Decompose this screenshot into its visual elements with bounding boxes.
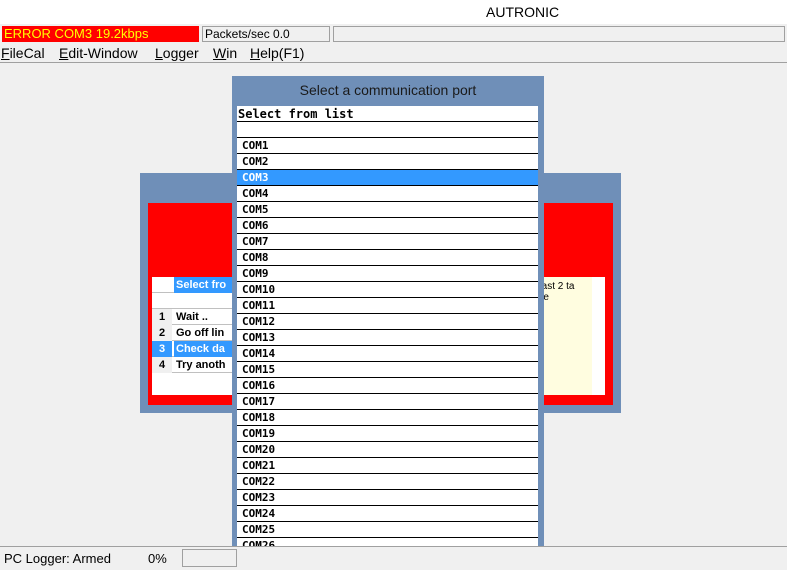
option-row[interactable]: 3 Check da [152,341,242,357]
title-bar: AUTRONIC [0,0,787,24]
status-field [333,26,785,42]
menu-bar: FileCal Edit-Window Logger Win Help(F1) [0,44,787,62]
logger-status: PC Logger: Armed [4,551,111,566]
port-item-com4[interactable]: COM4 [237,186,538,202]
port-item-com1[interactable]: COM1 [237,138,538,154]
status-row: ERROR COM3 19.2kbps Packets/sec 0.0 [0,24,787,44]
options-blank-row[interactable] [152,293,242,309]
options-list: Select fro 1 Wait .. 2 Go off lin 3 Check da 4 T… [152,277,242,373]
port-item-com2[interactable]: COM2 [237,154,538,170]
menu-logger[interactable]: Logger [155,44,199,62]
list-header: Select from list [237,106,538,122]
port-item-com6[interactable]: COM6 [237,218,538,234]
progress-box [182,549,237,567]
port-item-com21[interactable]: COM21 [237,458,538,474]
window-title: AUTRONIC [486,4,560,20]
row-number: 4 [152,357,172,373]
option-row[interactable]: 2 Go off lin [152,325,242,341]
port-item-com5[interactable]: COM5 [237,202,538,218]
port-item-com3[interactable]: COM3 [237,170,538,186]
port-dialog: Select a communication port Select from … [232,76,544,570]
port-item-com7[interactable]: COM7 [237,234,538,250]
option-row[interactable]: 4 Try anoth [152,357,242,373]
port-item-com16[interactable]: COM16 [237,378,538,394]
error-indicator: ERROR COM3 19.2kbps [2,26,199,42]
options-header: Select fro [152,277,242,293]
port-item-com13[interactable]: COM13 [237,330,538,346]
port-item-com18[interactable]: COM18 [237,410,538,426]
row-number: 2 [152,325,172,341]
port-item-com11[interactable]: COM11 [237,298,538,314]
packets-rate: Packets/sec 0.0 [202,26,330,42]
port-item-com17[interactable]: COM17 [237,394,538,410]
option-row[interactable]: 1 Wait .. [152,309,242,325]
port-item-com25[interactable]: COM25 [237,522,538,538]
port-item-com12[interactable]: COM12 [237,314,538,330]
port-item-com23[interactable]: COM23 [237,490,538,506]
port-list[interactable]: Select from list COM1 COM2 COM3 COM4 COM5 COM… [237,106,538,570]
row-number: 1 [152,309,172,325]
progress-percent: 0% [148,551,167,566]
port-item-com24[interactable]: COM24 [237,506,538,522]
port-item-com9[interactable]: COM9 [237,266,538,282]
menu-help[interactable]: Help(F1) [250,44,304,62]
list-blank-row[interactable] [237,122,538,138]
row-number: 3 [152,341,172,357]
menu-win[interactable]: Win [213,44,237,62]
menu-filecal[interactable]: FileCal [1,44,45,62]
menu-edit-window[interactable]: Edit-Window [59,44,138,62]
port-item-com19[interactable]: COM19 [237,426,538,442]
status-bar: PC Logger: Armed 0% [0,546,787,570]
port-item-com10[interactable]: COM10 [237,282,538,298]
port-item-com14[interactable]: COM14 [237,346,538,362]
port-item-com20[interactable]: COM20 [237,442,538,458]
dialog-title: Select a communication port [299,82,477,98]
port-item-com22[interactable]: COM22 [237,474,538,490]
port-item-com8[interactable]: COM8 [237,250,538,266]
port-item-com15[interactable]: COM15 [237,362,538,378]
